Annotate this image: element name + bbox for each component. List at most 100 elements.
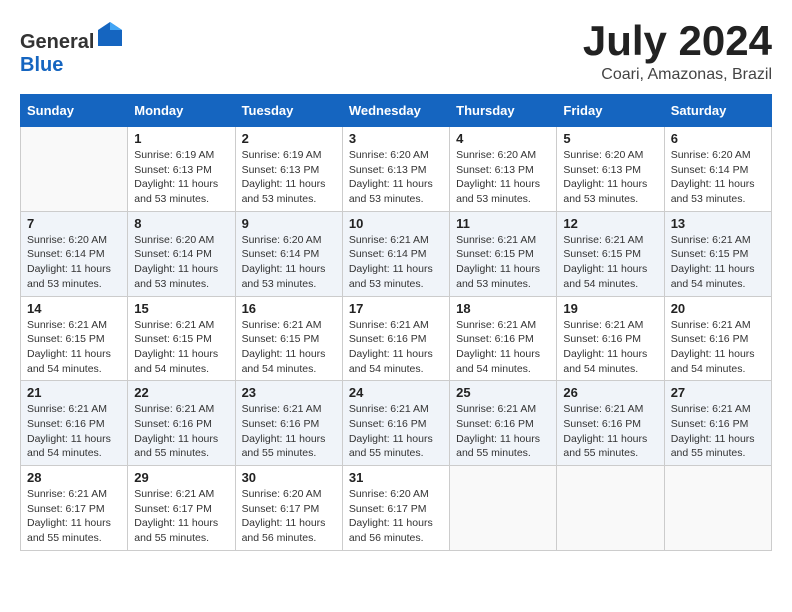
day-info: Sunrise: 6:21 AMSunset: 6:15 PMDaylight:…	[456, 233, 550, 292]
day-info: Sunrise: 6:20 AMSunset: 6:14 PMDaylight:…	[671, 148, 765, 207]
day-number: 28	[27, 470, 121, 485]
day-number: 8	[134, 216, 228, 231]
day-info: Sunrise: 6:21 AMSunset: 6:15 PMDaylight:…	[563, 233, 657, 292]
calendar-cell	[664, 466, 771, 551]
day-info: Sunrise: 6:21 AMSunset: 6:16 PMDaylight:…	[27, 402, 121, 461]
day-info: Sunrise: 6:21 AMSunset: 6:15 PMDaylight:…	[134, 318, 228, 377]
day-info: Sunrise: 6:21 AMSunset: 6:16 PMDaylight:…	[671, 402, 765, 461]
calendar-week-4: 21 Sunrise: 6:21 AMSunset: 6:16 PMDayligh…	[21, 381, 772, 466]
logo-blue: Blue	[20, 54, 63, 76]
day-number: 25	[456, 385, 550, 400]
day-info: Sunrise: 6:20 AMSunset: 6:13 PMDaylight:…	[349, 148, 443, 207]
day-number: 14	[27, 301, 121, 316]
day-number: 21	[27, 385, 121, 400]
logo-general: General	[20, 31, 94, 53]
logo-text: General Blue	[20, 20, 124, 77]
day-number: 6	[671, 131, 765, 146]
logo-icon	[96, 20, 124, 48]
calendar-cell: 7Sunrise: 6:20 AMSunset: 6:14 PMDaylight…	[21, 211, 128, 296]
calendar-cell: 15Sunrise: 6:21 AMSunset: 6:15 PMDayligh…	[128, 296, 235, 381]
calendar-cell: 4 Sunrise: 6:20 AMSunset: 6:13 PMDaylight…	[450, 127, 557, 212]
day-info: Sunrise: 6:21 AMSunset: 6:16 PMDaylight:…	[456, 318, 550, 377]
day-number: 12	[563, 216, 657, 231]
day-info: Sunrise: 6:21 AMSunset: 6:16 PMDaylight:…	[563, 318, 657, 377]
weekday-header-row: SundayMondayTuesdayWednesdayThursdayFrid…	[21, 95, 772, 127]
day-number: 18	[456, 301, 550, 316]
calendar-cell: 26 Sunrise: 6:21 AMSunset: 6:16 PMDayligh…	[557, 381, 664, 466]
day-info: Sunrise: 6:21 AMSunset: 6:15 PMDaylight:…	[242, 318, 336, 377]
calendar-cell: 17Sunrise: 6:21 AMSunset: 6:16 PMDayligh…	[342, 296, 449, 381]
calendar-week-1: 1 Sunrise: 6:19 AMSunset: 6:13 PMDaylight…	[21, 127, 772, 212]
calendar-table: SundayMondayTuesdayWednesdayThursdayFrid…	[20, 94, 772, 551]
logo: General Blue	[20, 20, 124, 77]
day-number: 16	[242, 301, 336, 316]
calendar-cell: 5 Sunrise: 6:20 AMSunset: 6:13 PMDaylight…	[557, 127, 664, 212]
day-number: 20	[671, 301, 765, 316]
calendar-cell: 31Sunrise: 6:20 AMSunset: 6:17 PMDayligh…	[342, 466, 449, 551]
day-number: 27	[671, 385, 765, 400]
day-number: 7	[27, 216, 121, 231]
calendar-week-2: 7 Sunrise: 6:20 AMSunset: 6:14 PMDaylight…	[21, 211, 772, 296]
day-info: Sunrise: 6:21 AMSunset: 6:14 PMDaylight:…	[349, 233, 443, 292]
calendar-cell	[21, 127, 128, 212]
day-number: 13	[671, 216, 765, 231]
day-info: Sunrise: 6:21 AMSunset: 6:17 PMDaylight:…	[27, 487, 121, 546]
calendar-cell: 28 Sunrise: 6:21 AMSunset: 6:17 PMDayligh…	[21, 466, 128, 551]
day-number: 2	[242, 131, 336, 146]
day-info: Sunrise: 6:20 AMSunset: 6:14 PMDaylight:…	[242, 233, 336, 292]
day-number: 5	[563, 131, 657, 146]
day-info: Sunrise: 6:21 AMSunset: 6:16 PMDaylight:…	[134, 402, 228, 461]
calendar-cell: 25 Sunrise: 6:21 AMSunset: 6:16 PMDayligh…	[450, 381, 557, 466]
weekday-header-friday: Friday	[557, 95, 664, 127]
calendar-cell: 20 Sunrise: 6:21 AMSunset: 6:16 PMDayligh…	[664, 296, 771, 381]
day-info: Sunrise: 6:21 AMSunset: 6:16 PMDaylight:…	[563, 402, 657, 461]
calendar-cell: 27 Sunrise: 6:21 AMSunset: 6:16 PMDayligh…	[664, 381, 771, 466]
day-number: 10	[349, 216, 443, 231]
day-number: 4	[456, 131, 550, 146]
day-info: Sunrise: 6:19 AMSunset: 6:13 PMDaylight:…	[242, 148, 336, 207]
day-info: Sunrise: 6:20 AMSunset: 6:13 PMDaylight:…	[456, 148, 550, 207]
day-number: 17	[349, 301, 443, 316]
location-title: Coari, Amazonas, Brazil	[583, 66, 772, 84]
day-info: Sunrise: 6:21 AMSunset: 6:16 PMDaylight:…	[242, 402, 336, 461]
calendar-cell: 23 Sunrise: 6:21 AMSunset: 6:16 PMDayligh…	[235, 381, 342, 466]
calendar-cell: 22Sunrise: 6:21 AMSunset: 6:16 PMDayligh…	[128, 381, 235, 466]
calendar-cell	[557, 466, 664, 551]
weekday-header-wednesday: Wednesday	[342, 95, 449, 127]
day-number: 3	[349, 131, 443, 146]
calendar-cell: 16 Sunrise: 6:21 AMSunset: 6:15 PMDayligh…	[235, 296, 342, 381]
day-number: 1	[134, 131, 228, 146]
day-number: 26	[563, 385, 657, 400]
day-number: 19	[563, 301, 657, 316]
day-info: Sunrise: 6:21 AMSunset: 6:16 PMDaylight:…	[671, 318, 765, 377]
calendar-week-3: 14 Sunrise: 6:21 AMSunset: 6:15 PMDayligh…	[21, 296, 772, 381]
day-number: 9	[242, 216, 336, 231]
calendar-cell: 19 Sunrise: 6:21 AMSunset: 6:16 PMDayligh…	[557, 296, 664, 381]
day-info: Sunrise: 6:21 AMSunset: 6:16 PMDaylight:…	[456, 402, 550, 461]
calendar-week-5: 28 Sunrise: 6:21 AMSunset: 6:17 PMDayligh…	[21, 466, 772, 551]
day-number: 24	[349, 385, 443, 400]
day-number: 11	[456, 216, 550, 231]
day-number: 31	[349, 470, 443, 485]
day-info: Sunrise: 6:21 AMSunset: 6:15 PMDaylight:…	[671, 233, 765, 292]
weekday-header-thursday: Thursday	[450, 95, 557, 127]
month-title: July 2024	[583, 20, 772, 62]
weekday-header-sunday: Sunday	[21, 95, 128, 127]
calendar-cell: 24 Sunrise: 6:21 AMSunset: 6:16 PMDayligh…	[342, 381, 449, 466]
calendar-cell: 2 Sunrise: 6:19 AMSunset: 6:13 PMDaylight…	[235, 127, 342, 212]
calendar-cell: 29Sunrise: 6:21 AMSunset: 6:17 PMDayligh…	[128, 466, 235, 551]
calendar-cell: 12 Sunrise: 6:21 AMSunset: 6:15 PMDayligh…	[557, 211, 664, 296]
calendar-cell: 30 Sunrise: 6:20 AMSunset: 6:17 PMDayligh…	[235, 466, 342, 551]
day-info: Sunrise: 6:21 AMSunset: 6:16 PMDaylight:…	[349, 402, 443, 461]
calendar-cell	[450, 466, 557, 551]
calendar-cell: 10 Sunrise: 6:21 AMSunset: 6:14 PMDayligh…	[342, 211, 449, 296]
calendar-cell: 1 Sunrise: 6:19 AMSunset: 6:13 PMDaylight…	[128, 127, 235, 212]
day-info: Sunrise: 6:20 AMSunset: 6:13 PMDaylight:…	[563, 148, 657, 207]
day-number: 30	[242, 470, 336, 485]
day-info: Sunrise: 6:20 AMSunset: 6:17 PMDaylight:…	[242, 487, 336, 546]
calendar-cell: 3 Sunrise: 6:20 AMSunset: 6:13 PMDaylight…	[342, 127, 449, 212]
day-number: 23	[242, 385, 336, 400]
page-header: General Blue July 2024 Coari, Amazonas, …	[20, 20, 772, 84]
day-info: Sunrise: 6:19 AMSunset: 6:13 PMDaylight:…	[134, 148, 228, 207]
calendar-cell: 18 Sunrise: 6:21 AMSunset: 6:16 PMDayligh…	[450, 296, 557, 381]
